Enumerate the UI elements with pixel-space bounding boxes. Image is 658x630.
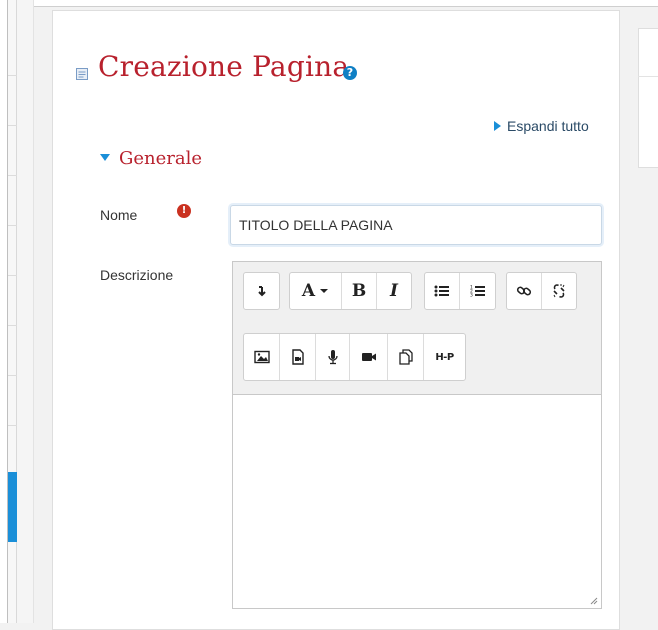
description-textarea[interactable] <box>233 395 601 608</box>
nav-divider <box>8 225 17 226</box>
nav-divider <box>8 125 17 126</box>
nav-divider <box>8 325 17 326</box>
caret-down-icon <box>100 154 110 161</box>
unlink-icon <box>553 284 565 298</box>
record-video-button[interactable] <box>350 334 388 380</box>
toolbar-group-media: H-P <box>243 333 466 381</box>
side-block-card <box>638 28 658 168</box>
record-audio-icon <box>327 350 338 365</box>
italic-icon: I <box>390 281 398 301</box>
collapse-toolbar-button[interactable] <box>244 273 279 309</box>
section-toggle-generale[interactable]: Generale <box>100 148 202 169</box>
nav-divider <box>8 275 17 276</box>
window-top-bar <box>0 0 658 7</box>
section-title: Generale <box>119 148 203 169</box>
unlink-button[interactable] <box>542 273 576 309</box>
toolbar-group-links <box>506 272 577 310</box>
ordered-list-icon: 1 2 3 <box>470 285 485 299</box>
page-title: Creazione Pagina <box>98 50 350 83</box>
chevron-down-icon <box>320 289 329 293</box>
description-label: Descrizione <box>100 267 174 283</box>
font-style-dropdown-icon: A <box>301 281 316 301</box>
ordered-list-button[interactable]: 1 2 3 <box>460 273 495 309</box>
manage-files-icon <box>398 349 413 365</box>
link-icon <box>516 286 532 296</box>
svg-text:3: 3 <box>470 293 473 299</box>
media-button[interactable] <box>280 334 316 380</box>
image-button[interactable] <box>244 334 280 380</box>
caret-right-icon <box>494 121 501 131</box>
media-icon <box>291 349 304 365</box>
font-style-button[interactable]: A <box>290 273 342 309</box>
nav-divider <box>8 425 17 426</box>
italic-button[interactable]: I <box>377 273 411 309</box>
expand-all-link[interactable]: Espandi tutto <box>494 118 589 134</box>
unordered-list-button[interactable] <box>425 273 460 309</box>
name-input[interactable] <box>230 205 602 245</box>
nav-divider <box>8 375 17 376</box>
h5p-icon: H-P <box>435 351 454 363</box>
record-audio-button[interactable] <box>316 334 350 380</box>
h5p-button[interactable]: H-P <box>424 334 465 380</box>
collapse-toolbar-icon <box>257 286 266 297</box>
image-icon <box>253 350 270 364</box>
nav-divider <box>8 75 17 76</box>
nav-active-indicator[interactable] <box>8 472 17 542</box>
editor-toolbar: A B I 1 2 3 H-P <box>233 262 601 395</box>
link-button[interactable] <box>507 273 542 309</box>
left-gutter <box>17 0 34 623</box>
question-icon[interactable]: ? <box>343 66 357 80</box>
side-block-divider <box>638 76 658 77</box>
unordered-list-icon <box>434 285 449 297</box>
toolbar-group-text: A B I <box>289 272 412 310</box>
page-icon <box>76 68 88 80</box>
toolbar-group-collapse <box>243 272 280 310</box>
bold-icon: B <box>351 281 367 301</box>
expand-all-label: Espandi tutto <box>507 118 589 134</box>
required-icon: ! <box>177 204 191 218</box>
name-label: Nome <box>100 207 138 223</box>
resize-handle-icon[interactable] <box>590 597 598 605</box>
manage-files-button[interactable] <box>388 334 424 380</box>
nav-divider <box>8 175 17 176</box>
toolbar-group-lists: 1 2 3 <box>424 272 496 310</box>
window-left-edge <box>0 0 8 623</box>
description-editor: A B I 1 2 3 H-P <box>232 261 602 609</box>
record-video-icon <box>361 353 376 361</box>
bold-button[interactable]: B <box>342 273 377 309</box>
